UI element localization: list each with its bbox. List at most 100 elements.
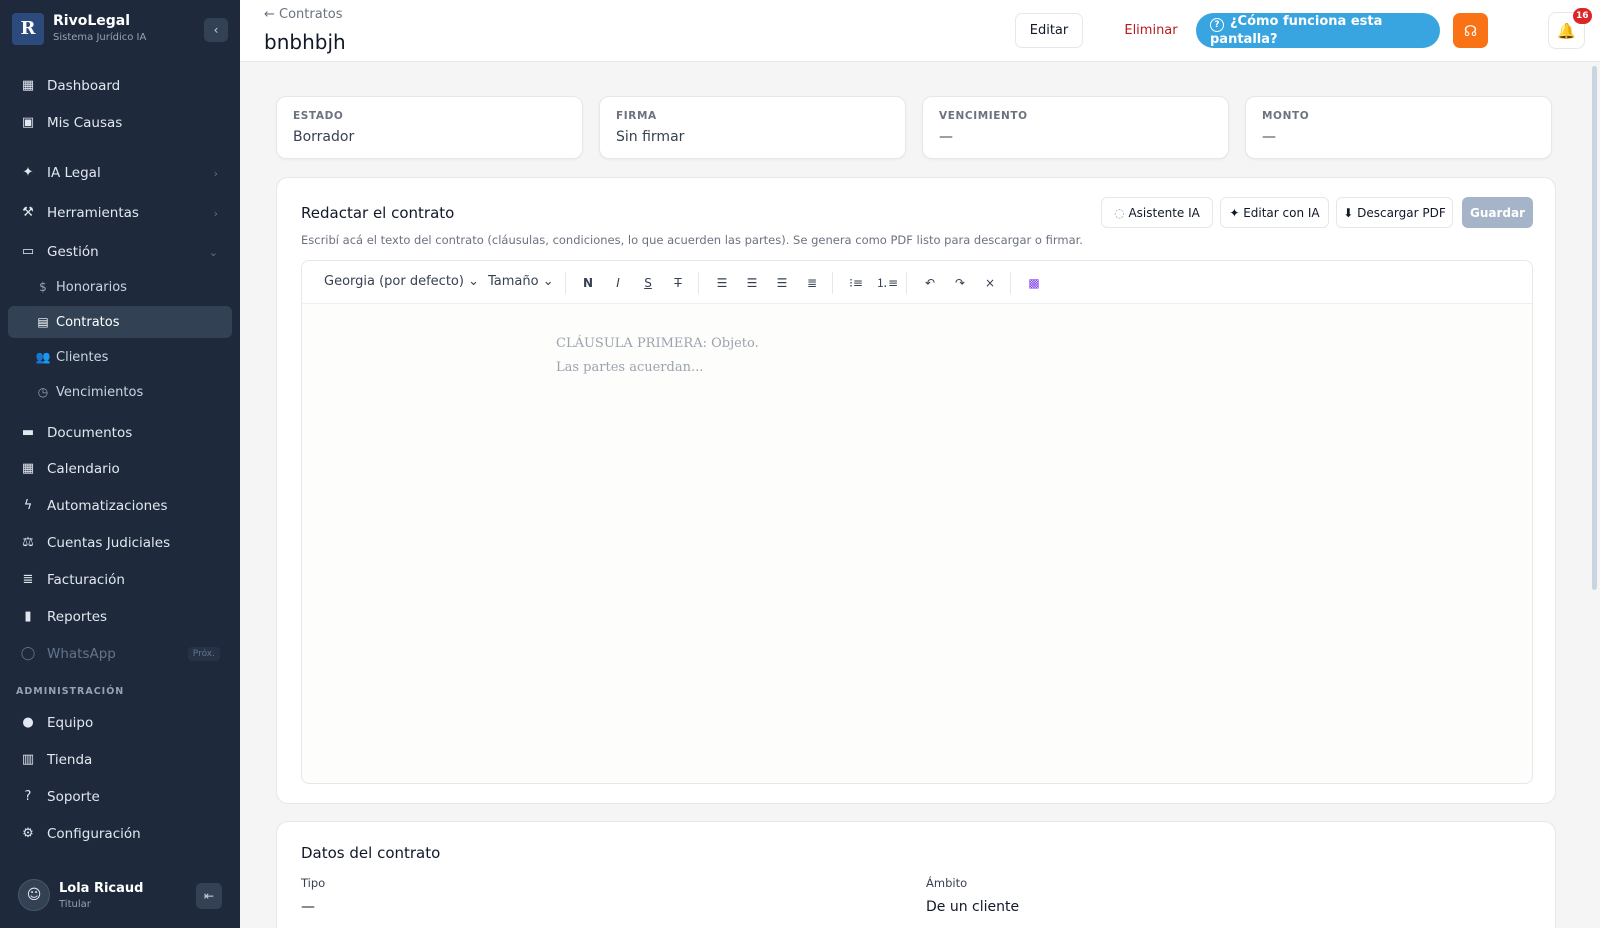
bolt-icon: ϟ [23,498,33,513]
type-value: — [301,899,315,915]
receipt-icon: ≣ [22,572,34,587]
sidebar-item-soporte[interactable]: ? Soporte [8,781,232,813]
stat-label: MONTO [1262,110,1310,122]
sidebar-item-label: Tienda [47,752,93,768]
editor-description: Escribí acá el texto del contrato (cláus… [301,233,1083,247]
dashboard-icon: ▦ [21,78,35,93]
sidebar-item-configuracion[interactable]: ⚙ Configuración [8,818,232,850]
sidebar-item-contratos[interactable]: ▤ Contratos [8,306,232,338]
support-button[interactable]: ☊ [1453,13,1488,48]
chat-icon: ◌ [1114,205,1125,220]
user-profile[interactable]: ☺ Lola Ricaud Titular ⇤ [18,879,222,913]
contract-text-editor[interactable]: CLÁUSULA PRIMERA: Objeto. Las partes acu… [301,304,1533,784]
numbered-list-button[interactable]: ⒈≡ [876,273,898,293]
download-pdf-button[interactable]: ⬇ Descargar PDF [1336,197,1453,228]
redo-button[interactable]: ↷ [950,273,970,293]
gear-icon: ⚙ [22,826,34,841]
redo-icon: ↷ [954,276,966,290]
calendar-icon: ▦ [21,461,35,476]
sidebar-item-label: Herramientas [47,205,139,221]
sidebar-item-facturacion[interactable]: ≣ Facturación [8,564,232,596]
contract-data-card: Datos del contrato Tipo — Ámbito De un c… [276,821,1556,928]
page-title: bnbhbjh [264,30,346,54]
align-center-button[interactable]: ☰ [742,273,762,293]
page-header: ← Contratos bnbhbjh Editar Eliminar ? ¿Có… [240,0,1600,62]
sidebar-item-herramientas[interactable]: ⚒ Herramientas › [8,197,232,229]
sidebar-item-label: Cuentas Judiciales [47,535,171,551]
back-link[interactable]: ← Contratos [264,7,343,22]
help-button-label: ¿Cómo funciona esta pantalla? [1210,14,1383,47]
sidebar-item-ia-legal[interactable]: ✦ IA Legal › [8,157,232,189]
sidebar-item-cuentas-judiciales[interactable]: ⚖ Cuentas Judiciales [8,527,232,559]
bold-button[interactable]: N [578,273,598,293]
delete-button[interactable]: Eliminar [1105,13,1197,48]
color-picker-button[interactable]: ▩ [1024,273,1044,293]
sidebar-item-tienda[interactable]: ▥ Tienda [8,744,232,776]
sidebar-item-label: Configuración [47,826,141,842]
font-family-select[interactable]: Georgia (por defecto) ⌄ [324,274,479,289]
clear-format-button[interactable]: × [980,273,1000,293]
page-scrollbar[interactable] [1592,66,1597,590]
folder-icon: ▭ [21,244,35,259]
chevron-right-icon: › [213,206,218,220]
coming-soon-badge: Próx. [187,647,220,661]
sidebar-item-label: Clientes [56,349,109,365]
sidebar-item-calendario[interactable]: ▦ Calendario [8,453,232,485]
bar-chart-icon: ▮ [24,609,32,624]
stat-value: — [1262,129,1276,145]
align-justify-button[interactable]: ≣ [802,273,822,293]
sidebar-item-whatsapp: ◯ WhatsApp Próx. [8,638,232,670]
editor-title: Redactar el contrato [301,204,455,222]
align-left-button[interactable]: ☰ [712,273,732,293]
sidebar-item-vencimientos[interactable]: ◷ Vencimientos [8,376,232,408]
folder-icon: ▬ [21,425,35,440]
sidebar-item-label: Vencimientos [56,384,144,400]
sidebar-item-label: WhatsApp [47,646,116,662]
sidebar-item-label: Contratos [56,314,120,330]
sidebar-item-label: Reportes [47,609,108,625]
sidebar-item-honorarios[interactable]: $ Honorarios [8,271,232,303]
align-right-button[interactable]: ☰ [772,273,792,293]
align-right-icon: ☰ [776,276,788,290]
sidebar: R RivoLegal Sistema Jurídico IA ‹ ▦ Dash… [0,0,240,928]
user-name: Lola Ricaud [59,881,144,896]
avatar: ☺ [18,879,50,911]
chevron-down-icon: ⌄ [468,274,479,289]
collapse-sidebar-button[interactable]: ‹ [204,18,228,42]
bullet-list-button[interactable]: ⁝≡ [846,273,866,293]
sidebar-item-mis-causas[interactable]: ▣ Mis Causas [8,107,232,139]
save-button[interactable]: Guardar [1462,197,1533,228]
sidebar-item-equipo[interactable]: ● Equipo [8,707,232,739]
sidebar-item-label: Dashboard [47,78,121,94]
sidebar-item-automatizaciones[interactable]: ϟ Automatizaciones [8,490,232,522]
logout-button[interactable]: ⇤ [196,883,222,909]
sidebar-item-gestion[interactable]: ▭ Gestión ⌄ [8,236,232,268]
notifications-badge: 16 [1573,8,1592,24]
sidebar-item-clientes[interactable]: 👥 Clientes [8,341,232,373]
brand[interactable]: R RivoLegal Sistema Jurídico IA [12,13,228,47]
toolbar-divider [698,272,699,294]
stat-value: — [939,129,953,145]
chevron-left-icon: ‹ [213,23,219,37]
italic-button[interactable]: I [608,273,628,293]
sidebar-item-documentos[interactable]: ▬ Documentos [8,417,232,449]
stat-label: ESTADO [293,110,344,122]
bullet-list-icon: ⁝≡ [849,276,863,290]
undo-button[interactable]: ↶ [920,273,940,293]
sidebar-item-label: Calendario [47,461,120,477]
edit-button[interactable]: Editar [1015,13,1083,48]
help-button[interactable]: ? ¿Cómo funciona esta pantalla? [1196,13,1440,48]
question-icon: ? [1210,18,1224,32]
underline-button[interactable]: S [638,273,658,293]
sidebar-item-label: Facturación [47,572,125,588]
stat-card-firma: FIRMA Sin firmar [599,96,906,159]
strikethrough-button[interactable]: T [668,273,688,293]
stat-label: FIRMA [616,110,657,122]
stat-label: VENCIMIENTO [939,110,1028,122]
font-size-select[interactable]: Tamaño ⌄ [488,274,554,289]
ai-assistant-button[interactable]: ◌ Asistente IA [1101,197,1213,228]
sidebar-item-dashboard[interactable]: ▦ Dashboard [8,70,232,102]
sidebar-item-reportes[interactable]: ▮ Reportes [8,601,232,633]
edit-with-ai-button[interactable]: ✦ Editar con IA [1220,197,1329,228]
stat-value: Sin firmar [616,129,685,145]
